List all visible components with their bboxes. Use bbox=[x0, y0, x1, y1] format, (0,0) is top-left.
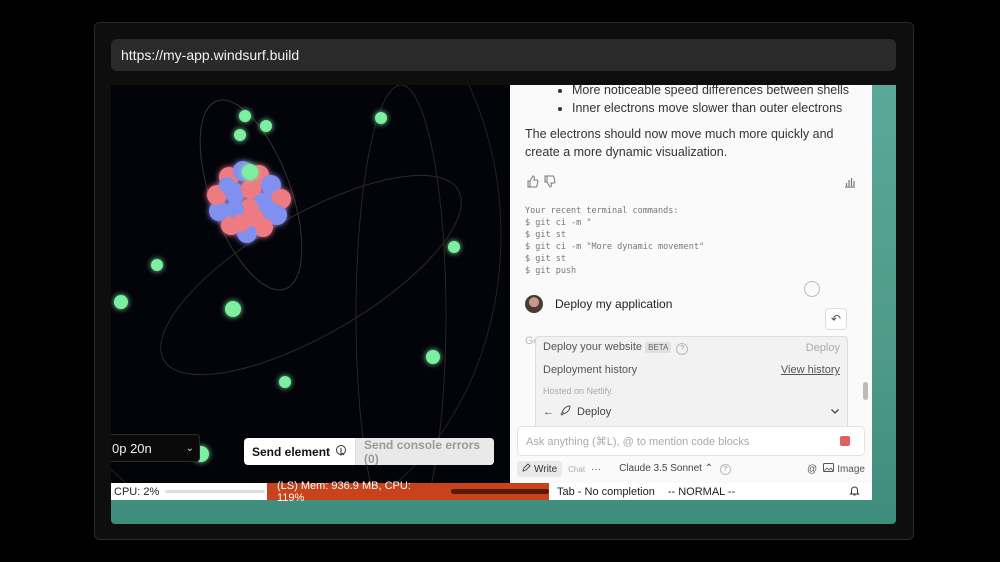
image-label: Image bbox=[837, 463, 865, 475]
speed-select[interactable]: 0p 20n ⌄ bbox=[111, 434, 200, 462]
rocket-icon bbox=[560, 405, 571, 419]
thumbs-down-icon[interactable] bbox=[543, 175, 556, 191]
cpu-bar bbox=[165, 490, 266, 493]
electron bbox=[234, 129, 246, 141]
pointer-icon bbox=[335, 444, 347, 459]
assistant-answer: The electrons should now move much more … bbox=[525, 127, 834, 159]
deployment-history-row: Deployment history View history bbox=[536, 359, 847, 381]
send-element-button[interactable]: Send element bbox=[244, 438, 355, 465]
response-bullet-list: More noticeable speed differences betwee… bbox=[510, 85, 849, 117]
electron bbox=[260, 120, 272, 132]
hosted-note: Hosted on Netlify. bbox=[543, 386, 614, 396]
image-icon bbox=[823, 463, 835, 475]
deployment-history-label: Deployment history bbox=[543, 364, 638, 376]
chat-input[interactable] bbox=[518, 427, 828, 457]
terminal-line: $ git push bbox=[525, 266, 577, 276]
url-bar[interactable]: https://my-app.windsurf.build bbox=[111, 39, 896, 71]
speed-value: 0p 20n bbox=[112, 441, 152, 456]
ls-bar bbox=[450, 489, 549, 494]
feedback-buttons bbox=[526, 175, 556, 191]
chat-toolbar: Write Chat ··· Claude 3.5 Sonnet ⌃ ? @ I… bbox=[517, 459, 865, 479]
beta-badge: BETA bbox=[645, 342, 672, 353]
arrow-left-icon: ← bbox=[543, 406, 554, 418]
deploy-run-row[interactable]: ← Deploy bbox=[536, 401, 847, 423]
undo-button[interactable]: ↶ bbox=[825, 308, 847, 330]
preview-inspect-bar: Send element Send console errors (0) bbox=[244, 438, 494, 465]
model-name: Claude 3.5 Sonnet bbox=[619, 463, 702, 474]
write-label: Write bbox=[534, 463, 558, 475]
deploy-popup: Deploy your website BETA? Deploy Deployme… bbox=[535, 336, 848, 430]
vim-mode-status: -- NORMAL -- bbox=[667, 485, 736, 498]
terminal-line: $ git ci -m "More dynamic movement" bbox=[525, 242, 705, 252]
orbit-path bbox=[160, 174, 462, 376]
tab-chat[interactable]: Chat bbox=[568, 465, 585, 474]
user-message-text: Deploy my application bbox=[555, 297, 673, 311]
help-icon[interactable]: ? bbox=[719, 464, 731, 475]
avatar bbox=[525, 295, 543, 313]
help-icon[interactable]: ? bbox=[676, 343, 689, 355]
electron bbox=[279, 376, 291, 388]
terminal-commands: Your recent terminal commands: $ git ci -… bbox=[525, 205, 704, 277]
terminal-line: $ git st bbox=[525, 230, 566, 240]
undo-icon: ↶ bbox=[830, 312, 842, 326]
mention-icon[interactable]: @ bbox=[807, 464, 817, 475]
send-console-errors-button[interactable]: Send console errors (0) bbox=[355, 438, 494, 465]
atom-svg bbox=[111, 85, 502, 483]
orbit-path bbox=[111, 85, 502, 483]
status-bar: CPU: 2% (LS) Mem: 936.9 MB, CPU: 119% Ta… bbox=[111, 480, 872, 504]
more-options-button[interactable]: ··· bbox=[591, 464, 601, 475]
chevron-down-icon: ⌄ bbox=[185, 443, 194, 454]
orbit-path bbox=[355, 85, 447, 483]
send-element-label: Send element bbox=[252, 444, 331, 459]
electron bbox=[242, 164, 258, 180]
electron bbox=[151, 259, 163, 271]
list-item: More noticeable speed differences betwee… bbox=[572, 85, 849, 99]
tab-completion-status[interactable]: Tab - No completion bbox=[549, 486, 655, 498]
electron bbox=[114, 295, 128, 309]
image-button[interactable]: Image bbox=[823, 463, 865, 475]
chevron-up-icon: ⌃ bbox=[704, 463, 714, 474]
cascade-chat-panel: More noticeable speed differences betwee… bbox=[510, 85, 872, 483]
deploy-button[interactable]: Deploy bbox=[577, 406, 611, 418]
user-message: Deploy my application bbox=[525, 295, 672, 313]
ls-text: (LS) Mem: 936.9 MB, CPU: 119% bbox=[277, 479, 411, 504]
chat-input-box bbox=[517, 426, 865, 457]
electron bbox=[239, 110, 251, 122]
thumbs-up-icon[interactable] bbox=[526, 175, 539, 191]
view-history-link[interactable]: View history bbox=[781, 364, 840, 376]
electron bbox=[448, 241, 460, 253]
loading-spinner-icon bbox=[804, 281, 820, 297]
cpu-text: CPU: 2% bbox=[114, 485, 160, 498]
model-selector[interactable]: Claude 3.5 Sonnet ⌃ ? bbox=[619, 463, 731, 475]
bell-icon[interactable] bbox=[849, 485, 860, 499]
electron bbox=[375, 112, 387, 124]
electrons bbox=[114, 110, 460, 462]
terminal-line: $ git ci -m " bbox=[525, 218, 592, 228]
deploy-action[interactable]: Deploy bbox=[806, 342, 840, 354]
list-item: Inner electrons move slower than outer e… bbox=[572, 99, 849, 117]
electron bbox=[225, 301, 241, 317]
language-server-status[interactable]: (LS) Mem: 936.9 MB, CPU: 119% bbox=[267, 480, 549, 504]
scrollbar-thumb[interactable] bbox=[863, 382, 868, 400]
pencil-icon bbox=[522, 463, 531, 475]
chevron-down-icon[interactable] bbox=[830, 406, 840, 419]
stop-button[interactable] bbox=[840, 436, 850, 446]
deploy-website-row: Deploy your website BETA? Deploy bbox=[536, 337, 847, 359]
atom-simulation-canvas[interactable] bbox=[111, 85, 510, 483]
terminal-heading: Your recent terminal commands: bbox=[525, 206, 679, 216]
cpu-status: CPU: 2% bbox=[111, 486, 267, 498]
deploy-website-label: Deploy your website bbox=[543, 341, 643, 353]
electron bbox=[426, 350, 440, 364]
terminal-line: $ git st bbox=[525, 254, 566, 264]
bar-chart-icon[interactable] bbox=[844, 175, 856, 193]
tab-write[interactable]: Write bbox=[517, 461, 563, 477]
